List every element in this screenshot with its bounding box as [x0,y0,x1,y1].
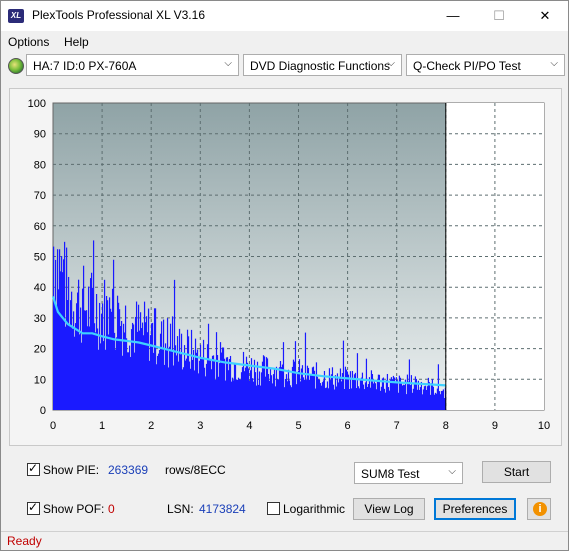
menu-options[interactable]: Options [8,35,49,49]
x-tick-label: 8 [443,420,449,432]
window-title: PlexTools Professional XL V3.16 [32,8,205,22]
drive-select-value: HA:7 ID:0 PX-760A [33,59,137,73]
y-tick-label: 50 [34,252,46,264]
y-tick-label: 10 [34,374,46,386]
title-bar: XL PlexTools Professional XL V3.16 — ☐ ✕ [1,1,568,31]
y-tick-label: 70 [34,190,46,202]
y-tick-label: 40 [34,282,46,294]
test-select[interactable]: Q-Check PI/PO Test ⌵ [406,54,565,76]
x-tick-label: 7 [394,420,400,432]
chevron-down-icon: ⌵ [387,58,395,69]
info-button[interactable]: i [527,498,551,520]
show-pof-checkbox[interactable] [27,500,40,515]
app-window: XL PlexTools Professional XL V3.16 — ☐ ✕… [0,0,569,551]
logarithmic-label: Logarithmic [283,502,346,516]
show-pie-checkbox[interactable] [27,461,40,476]
drive-select[interactable]: HA:7 ID:0 PX-760A ⌵ [26,54,239,76]
status-text: Ready [7,534,42,548]
x-tick-label: 1 [99,420,105,432]
x-tick-label: 4 [246,420,252,432]
chevron-down-icon: ⌵ [224,58,232,69]
test-mode-select[interactable]: SUM8 Test ⌵ [354,462,463,484]
preferences-button[interactable]: Preferences [434,498,516,520]
function-select-value: DVD Diagnostic Functions [250,59,391,73]
x-tick-label: 3 [197,420,203,432]
x-tick-label: 0 [50,420,56,432]
y-tick-label: 90 [34,129,46,141]
y-tick-label: 60 [34,221,46,233]
maximize-button[interactable]: ☐ [476,1,522,31]
chevron-down-icon: ⌵ [550,58,558,69]
menu-bar: Options Help [1,32,568,52]
pof-value: 0 [108,502,115,516]
minimize-button[interactable]: — [430,1,476,31]
y-tick-label: 20 [34,344,46,356]
test-mode-value: SUM8 Test [361,467,420,481]
x-tick-label: 2 [148,420,154,432]
pi-po-chart: 0 1 2 3 4 5 6 7 8 9 100102030405060708090100 [28,98,550,432]
x-tick-label: 5 [295,420,301,432]
x-tick-label: 6 [345,420,351,432]
y-tick-label: 0 [40,405,46,417]
y-tick-label: 30 [34,313,46,325]
info-icon: i [533,502,547,516]
y-tick-label: 100 [28,98,46,110]
x-tick-label: 10 [538,420,550,432]
view-log-button[interactable]: View Log [353,498,425,520]
close-button[interactable]: ✕ [522,1,568,31]
pie-value: 263369 [108,463,149,477]
chevron-down-icon: ⌵ [448,466,456,477]
chart-panel: 0 1 2 3 4 5 6 7 8 9 10 0 10 20 30 40 50 60 70 80 90 100 [9,88,562,446]
show-pie-label: Show PIE: [43,463,100,477]
y-tick-label: 80 [34,159,46,171]
results-panel: Show PIE: 263369 rows/8ECC SUM8 Test ⌵ S… [9,452,560,524]
function-select[interactable]: DVD Diagnostic Functions ⌵ [243,54,402,76]
toolbar: HA:7 ID:0 PX-760A ⌵ DVD Diagnostic Funct… [1,54,568,80]
pie-unit: rows/8ECC [165,463,226,477]
plextools-logo-icon: XL [8,9,24,23]
x-tick-label: 9 [492,420,498,432]
lsn-label: LSN: [167,502,194,516]
start-button[interactable]: Start [482,461,551,483]
status-bar: Ready [1,531,568,550]
show-pof-label: Show POF: [43,502,105,516]
test-select-value: Q-Check PI/PO Test [413,59,521,73]
logarithmic-checkbox[interactable] [267,502,280,515]
lsn-value: 4173824 [199,502,246,516]
menu-help[interactable]: Help [64,35,89,49]
